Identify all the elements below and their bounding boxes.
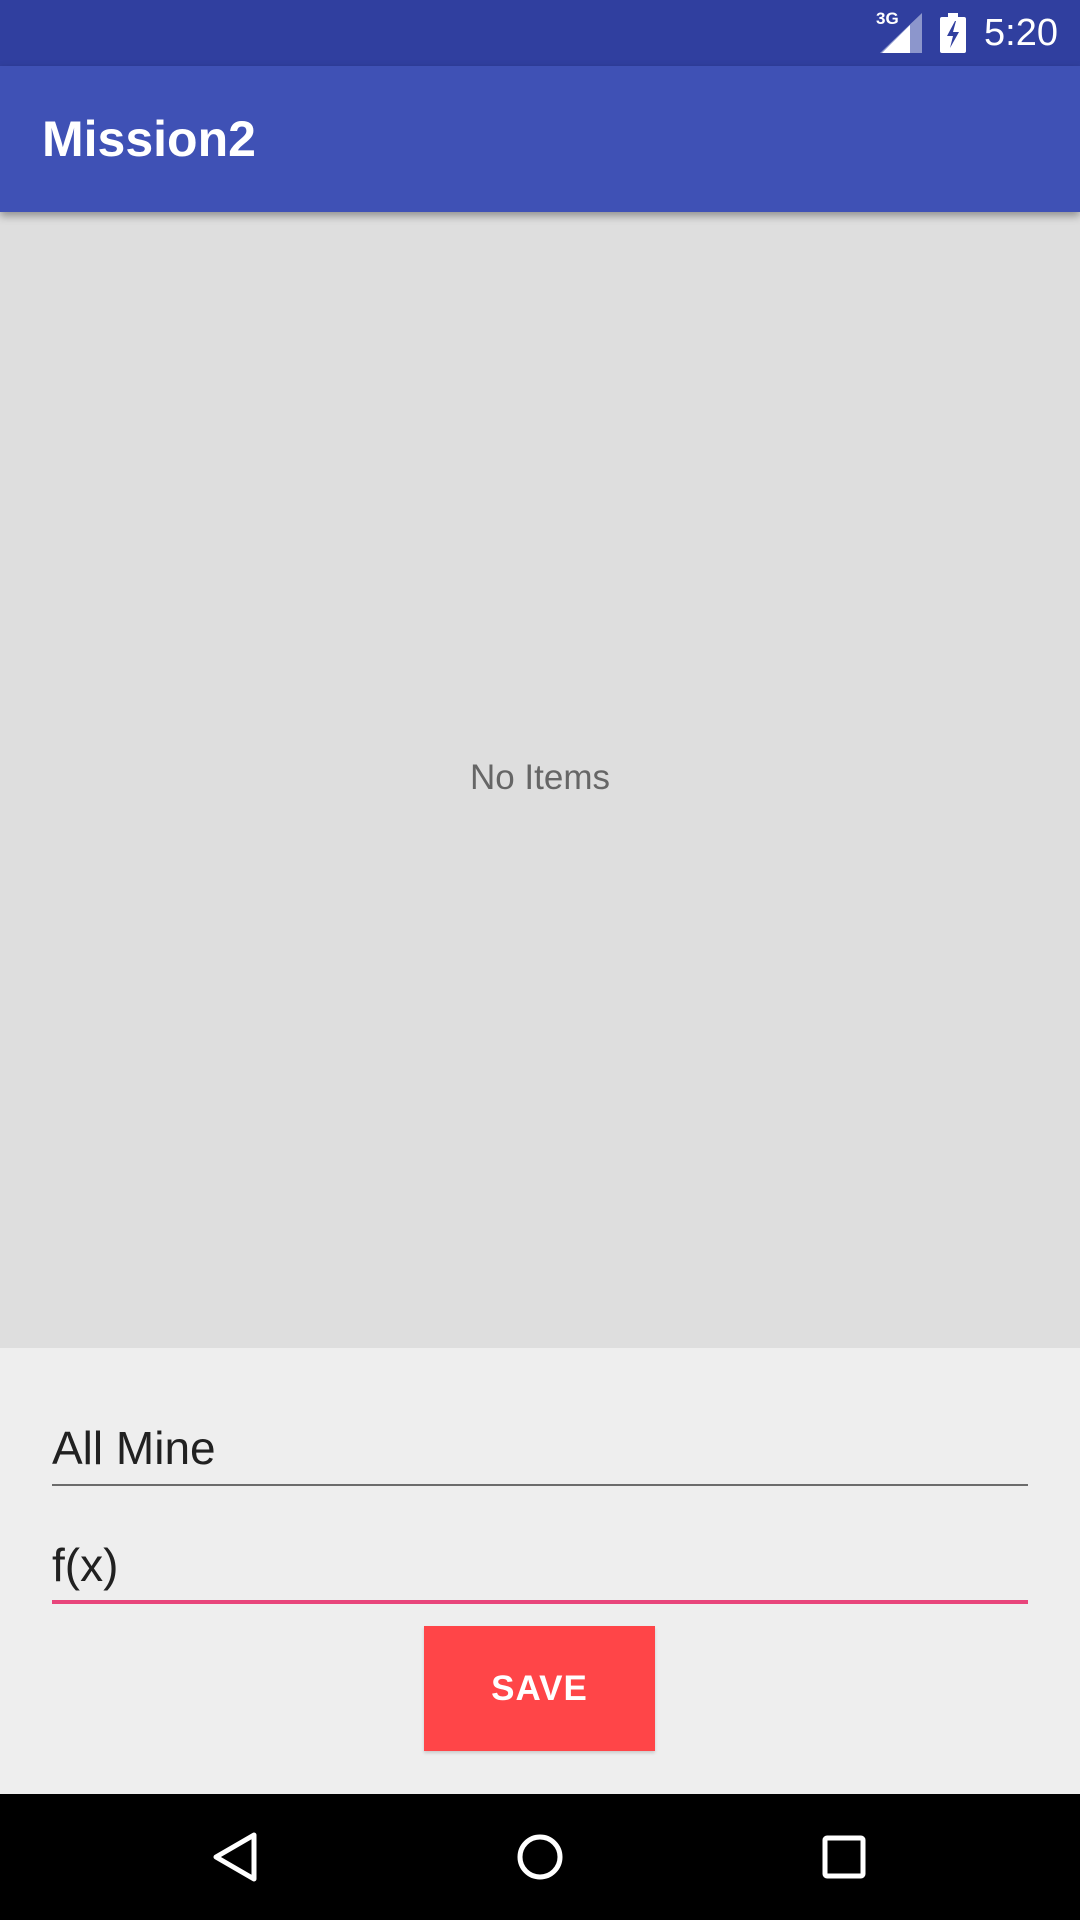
first-text-field[interactable]	[52, 1412, 1028, 1486]
entry-form: SAVE	[0, 1348, 1080, 1794]
signal-icon	[880, 13, 923, 53]
home-icon[interactable]	[510, 1827, 570, 1887]
recents-icon[interactable]	[814, 1827, 874, 1887]
status-time: 5:20	[984, 12, 1058, 54]
navigation-bar	[0, 1794, 1080, 1920]
status-icons: 3G 5:20	[876, 0, 1058, 66]
items-list[interactable]: No Items	[0, 212, 1080, 1348]
status-bar: 3G 5:20	[0, 0, 1080, 66]
first-text-input[interactable]	[52, 1412, 1028, 1484]
app-bar: Mission2	[0, 66, 1080, 212]
battery-charging-icon	[940, 13, 967, 53]
signal-indicator: 3G	[876, 9, 923, 53]
empty-list-message: No Items	[469, 758, 611, 797]
second-text-input[interactable]	[52, 1530, 1028, 1600]
save-button[interactable]: SAVE	[424, 1626, 655, 1751]
back-icon[interactable]	[206, 1827, 266, 1887]
app-title: Mission2	[42, 111, 256, 167]
second-text-field[interactable]	[52, 1530, 1028, 1604]
